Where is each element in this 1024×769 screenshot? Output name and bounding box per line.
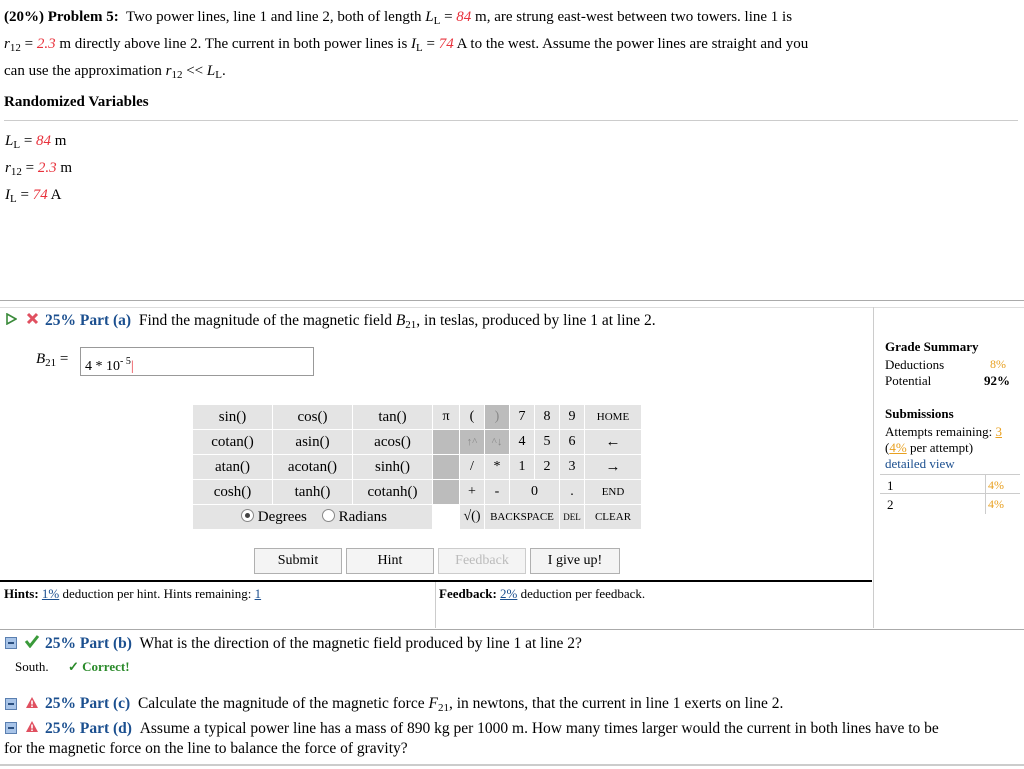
home-button[interactable]: HOME — [584, 404, 642, 430]
digit-7-button[interactable]: 7 — [509, 404, 535, 430]
end-button[interactable]: END — [584, 479, 642, 505]
hints-info: Hints: 1% deduction per hint. Hints rema… — [4, 586, 262, 601]
collapse-icon[interactable] — [5, 637, 17, 654]
per-attempt: (4% per attempt) — [885, 440, 974, 455]
submissions-title: Submissions — [885, 406, 954, 421]
grade-summary-title: Grade Summary — [885, 339, 979, 354]
deductions-label: Deductions — [885, 357, 945, 372]
part-c-question: 25% Part (c) Calculate the magnitude of … — [45, 695, 784, 714]
digit-4-button[interactable]: 4 — [509, 429, 535, 455]
var-I: IL = 74 A — [5, 187, 62, 205]
angle-mode: Degrees Radians — [192, 504, 433, 530]
detailed-view-link[interactable]: detailed view — [885, 456, 955, 472]
digit-1-button[interactable]: 1 — [509, 454, 535, 480]
asin-button[interactable]: asin() — [272, 429, 353, 455]
randomized-vars: LL = 84 m r12 = 2.3 m IL = 74 A — [5, 130, 72, 211]
degrees-radio[interactable] — [241, 508, 254, 522]
problem-line-1: (20%) Problem 5: Two power lines, line 1… — [4, 9, 793, 27]
acotan-button[interactable]: acotan() — [272, 454, 353, 480]
potential-value: 92% — [984, 373, 1010, 388]
plus-button[interactable]: + — [459, 479, 485, 505]
give-up-button[interactable]: I give up! — [530, 548, 620, 574]
deductions-value: 8% — [990, 357, 1006, 371]
hint-button[interactable]: Hint — [346, 548, 434, 574]
digit-8-button[interactable]: 8 — [534, 404, 560, 430]
pi-button[interactable]: π — [432, 404, 460, 430]
answer-label: B21 = — [36, 351, 69, 369]
answer-input[interactable]: 4 * 10- 5| — [80, 347, 314, 376]
problem-line-2: r12 = 2.3 m directly above line 2. The c… — [4, 36, 809, 54]
potential-label: Potential — [885, 373, 932, 388]
cotanh-button[interactable]: cotanh() — [352, 479, 433, 505]
digit-5-button[interactable]: 5 — [534, 429, 560, 455]
digit-6-button[interactable]: 6 — [559, 429, 585, 455]
radians-radio[interactable] — [321, 508, 335, 522]
minus-button[interactable]: - — [484, 479, 510, 505]
randomized-title: Randomized Variables — [4, 94, 149, 110]
cotan-button[interactable]: cotan() — [192, 429, 273, 455]
cos-button[interactable]: cos() — [272, 404, 353, 430]
sqrt-button[interactable]: √() — [459, 504, 485, 530]
digit-9-button[interactable]: 9 — [559, 404, 585, 430]
part-d-question: 25% Part (d) Assume a typical power line… — [4, 720, 939, 757]
feedback-button[interactable]: Feedback — [438, 548, 526, 574]
backspace-button[interactable]: BACKSPACE — [484, 504, 560, 530]
up-caret-button[interactable]: ↑^ — [459, 429, 485, 455]
submission-row-2-number: 2 — [887, 497, 894, 512]
part-b-answer: South. — [15, 659, 49, 674]
tanh-button[interactable]: tanh() — [272, 479, 353, 505]
problem-statement: (20%) Problem 5: Two power lines, line 1… — [4, 6, 1014, 87]
attempts-remaining: Attempts remaining: 3 — [885, 424, 1002, 439]
clear-button[interactable]: CLEAR — [584, 504, 642, 530]
atan-button[interactable]: atan() — [192, 454, 273, 480]
x-mark-icon — [26, 312, 39, 330]
left-arrow-button[interactable]: ← — [584, 429, 642, 455]
warning-icon — [25, 696, 39, 714]
sin-button[interactable]: sin() — [192, 404, 273, 430]
radians-label: Radians — [338, 508, 387, 525]
part-b-question: 25% Part (b) What is the direction of th… — [45, 635, 582, 652]
left-paren-button[interactable]: ( — [459, 404, 485, 430]
digit-2-button[interactable]: 2 — [534, 454, 560, 480]
submission-row-1-pct: 4% — [988, 478, 1004, 492]
feedback-info: Feedback: 2% deduction per feedback. — [439, 586, 646, 601]
submit-button[interactable]: Submit — [254, 548, 342, 574]
decimal-button[interactable]: . — [559, 479, 585, 505]
del-button[interactable]: DEL — [559, 504, 585, 530]
calculator-keypad: sin() cos() tan() π ( ) 7 8 9 HOME cotan… — [192, 404, 642, 530]
divide-button[interactable]: / — [459, 454, 485, 480]
cosh-button[interactable]: cosh() — [192, 479, 273, 505]
part-a-question: 25% Part (a) Find the magnitude of the m… — [45, 312, 656, 331]
submission-row-2-pct: 4% — [988, 497, 1004, 511]
var-L: LL = 84 m — [5, 133, 67, 151]
play-icon[interactable] — [5, 312, 18, 330]
sinh-button[interactable]: sinh() — [352, 454, 433, 480]
tan-button[interactable]: tan() — [352, 404, 433, 430]
acos-button[interactable]: acos() — [352, 429, 433, 455]
right-paren-button[interactable]: ) — [484, 404, 510, 430]
part-b-status: ✓ Correct! — [68, 659, 130, 674]
degrees-label: Degrees — [257, 508, 307, 525]
var-r: r12 = 2.3 m — [5, 160, 72, 178]
caret-down-button[interactable]: ^↓ — [484, 429, 510, 455]
right-arrow-button[interactable]: → — [584, 454, 642, 480]
problem-line-3: can use the approximation r12 << LL. — [4, 63, 226, 81]
digit-3-button[interactable]: 3 — [559, 454, 585, 480]
submission-row-1-number: 1 — [887, 478, 894, 493]
collapse-icon[interactable] — [5, 698, 17, 715]
multiply-button[interactable]: * — [484, 454, 510, 480]
problem-header: (20%) Problem 5: — [4, 9, 119, 25]
digit-0-button[interactable]: 0 — [509, 479, 560, 505]
check-icon — [24, 634, 40, 653]
